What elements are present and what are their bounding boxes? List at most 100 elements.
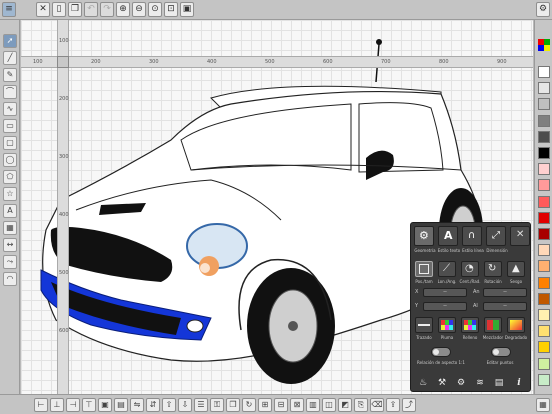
- rotate-icon[interactable]: ↻: [242, 398, 256, 412]
- send-back-icon[interactable]: ⇩: [178, 398, 192, 412]
- grid-menu-icon[interactable]: ▦: [536, 398, 550, 412]
- shapes-icon[interactable]: ◩: [338, 398, 352, 412]
- info-icon[interactable]: i: [513, 377, 525, 389]
- pen-button[interactable]: [438, 317, 456, 333]
- height-field[interactable]: --: [483, 302, 527, 311]
- skew-button[interactable]: ▲: [507, 261, 525, 277]
- width-field[interactable]: --: [483, 288, 527, 297]
- subtract-icon[interactable]: ⊟: [274, 398, 288, 412]
- flip-vertical-icon[interactable]: ⇵: [146, 398, 160, 412]
- export-icon[interactable]: ⇪: [386, 398, 400, 412]
- zoom-page-icon[interactable]: ⊡: [164, 2, 178, 17]
- color-swatch[interactable]: [538, 325, 550, 338]
- tab-text-style[interactable]: A: [438, 226, 458, 246]
- wrench-icon[interactable]: ⚒: [436, 377, 448, 389]
- arc-tool-icon[interactable]: ◠: [3, 272, 17, 286]
- center-radius-button[interactable]: ◔: [461, 261, 479, 277]
- color-swatch[interactable]: [538, 341, 550, 354]
- zoom-fit-icon[interactable]: ⊙: [148, 2, 162, 17]
- color-swatch[interactable]: [538, 195, 550, 208]
- select-arrow-icon[interactable]: ➚: [3, 34, 17, 48]
- zoom-out-icon[interactable]: ⊖: [132, 2, 146, 17]
- distribute-icon[interactable]: ☰: [194, 398, 208, 412]
- color-picker-icon[interactable]: [538, 36, 550, 51]
- ellipse-tool-icon[interactable]: ◯: [3, 153, 17, 167]
- color-swatch[interactable]: [538, 357, 550, 370]
- chart-icon[interactable]: ▥: [306, 398, 320, 412]
- share-icon[interactable]: ⤴: [402, 398, 416, 412]
- fill-button[interactable]: [461, 317, 479, 333]
- gradient-button[interactable]: [507, 317, 525, 333]
- redo-icon[interactable]: ↷: [100, 2, 114, 17]
- connector-tool-icon[interactable]: ⤳: [3, 255, 17, 269]
- app-logo-icon[interactable]: ≡: [2, 2, 16, 17]
- color-swatch[interactable]: [538, 114, 550, 127]
- position-size-button[interactable]: [415, 261, 433, 277]
- settings-gear-icon[interactable]: ⚙: [536, 2, 550, 17]
- ruler-origin-corner[interactable]: [57, 56, 69, 68]
- color-swatch[interactable]: [538, 260, 550, 273]
- copy-icon[interactable]: ❐: [68, 2, 82, 17]
- rectangle-tool-icon[interactable]: ▭: [3, 119, 17, 133]
- rounded-rect-tool-icon[interactable]: ▢: [3, 136, 17, 150]
- ungroup-icon[interactable]: ▤: [114, 398, 128, 412]
- layers-icon[interactable]: ≋: [474, 377, 486, 389]
- color-swatch[interactable]: [538, 228, 550, 240]
- lock-icon[interactable]: ⚿: [210, 398, 224, 412]
- color-swatch[interactable]: [538, 66, 550, 78]
- color-swatch[interactable]: [538, 211, 550, 224]
- curve-tool-icon[interactable]: ⌒: [3, 85, 17, 99]
- text-tool-icon[interactable]: A: [3, 204, 17, 218]
- stroke-button[interactable]: [415, 317, 433, 333]
- panel-close-button[interactable]: ✕: [510, 226, 530, 246]
- x-field[interactable]: --: [423, 288, 467, 297]
- trash-icon[interactable]: ⌫: [370, 398, 384, 412]
- tab-geometry[interactable]: ⚙: [414, 226, 434, 246]
- combine-icon[interactable]: ⊞: [258, 398, 272, 412]
- new-document-icon[interactable]: ▯: [52, 2, 66, 17]
- image-tool-icon[interactable]: ▦: [3, 221, 17, 235]
- close-icon[interactable]: ✕: [36, 2, 50, 17]
- dimension-tool-icon[interactable]: ↔: [3, 238, 17, 252]
- color-swatch[interactable]: [538, 82, 550, 95]
- rotation-button[interactable]: ↻: [484, 261, 502, 277]
- line-tool-icon[interactable]: ╱: [3, 51, 17, 65]
- polygon-tool-icon[interactable]: ⬠: [3, 170, 17, 184]
- paste-icon[interactable]: ⎘: [354, 398, 368, 412]
- color-swatch[interactable]: [538, 98, 550, 111]
- color-swatch[interactable]: [538, 179, 550, 192]
- tab-dimension[interactable]: ⤢: [486, 226, 506, 246]
- bezier-tool-icon[interactable]: ∿: [3, 102, 17, 116]
- group-icon[interactable]: ▣: [98, 398, 112, 412]
- color-swatch[interactable]: [538, 373, 550, 386]
- settings-gear-icon[interactable]: ⚙: [455, 377, 467, 389]
- tab-line-style[interactable]: ∩: [462, 226, 482, 246]
- intersect-icon[interactable]: ⊠: [290, 398, 304, 412]
- aspect-ratio-toggle[interactable]: [431, 347, 451, 357]
- folder-icon[interactable]: ▤: [493, 377, 505, 389]
- layers-icon[interactable]: ◫: [322, 398, 336, 412]
- y-field[interactable]: --: [423, 302, 467, 311]
- pen-tool-icon[interactable]: ✎: [3, 68, 17, 82]
- flame-icon[interactable]: ♨: [417, 377, 429, 389]
- zoom-in-icon[interactable]: ⊕: [116, 2, 130, 17]
- color-swatch[interactable]: [538, 130, 550, 143]
- bring-front-icon[interactable]: ⇧: [162, 398, 176, 412]
- flip-horizontal-icon[interactable]: ⇋: [130, 398, 144, 412]
- align-right-icon[interactable]: ⊣: [66, 398, 80, 412]
- color-swatch[interactable]: [538, 309, 550, 321]
- align-left-icon[interactable]: ⊢: [34, 398, 48, 412]
- save-icon[interactable]: ▣: [180, 2, 194, 17]
- edit-points-toggle[interactable]: [491, 347, 511, 357]
- undo-icon[interactable]: ↶: [84, 2, 98, 17]
- color-swatch[interactable]: [538, 147, 550, 159]
- duplicate-icon[interactable]: ❐: [226, 398, 240, 412]
- star-tool-icon[interactable]: ☆: [3, 187, 17, 201]
- horizontal-ruler[interactable]: 100 200 300 400 500 600 700 800 900: [21, 56, 533, 68]
- align-top-icon[interactable]: ⊤: [82, 398, 96, 412]
- vertical-ruler[interactable]: 100 200 300 400 500 600: [57, 20, 69, 394]
- length-angle-button[interactable]: ⟋: [438, 261, 456, 277]
- color-swatch[interactable]: [538, 276, 550, 289]
- align-center-icon[interactable]: ⊥: [50, 398, 64, 412]
- color-swatch[interactable]: [538, 244, 550, 257]
